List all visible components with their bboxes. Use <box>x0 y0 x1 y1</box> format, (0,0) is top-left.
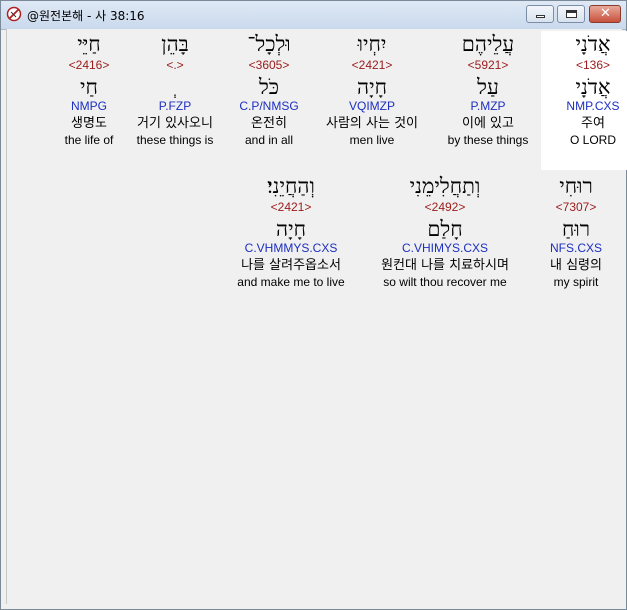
strong-number: <2492> <box>424 200 466 214</box>
korean-gloss: 이에 있고 <box>462 116 514 131</box>
hebrew-word: בָּהֵן <box>161 32 189 56</box>
hebrew-word: וְהַחֲיֵנִי׃ <box>267 174 315 198</box>
word-cell[interactable]: בָּהֵן <.> ְ P.FZP 거기 있사오니 these things … <box>125 31 225 147</box>
english-gloss: by these things <box>447 133 529 147</box>
lemma-word: ְ <box>125 75 225 99</box>
close-button[interactable]: ✕ <box>589 5 621 23</box>
minimize-button[interactable] <box>526 5 554 23</box>
english-gloss: the life of <box>64 133 114 147</box>
english-gloss: and make me to live <box>237 275 345 289</box>
word-cell[interactable]: יִחְיוּ <2421> חָיָה VQIMZP 사람의 사는 것이 me… <box>310 31 434 147</box>
app-icon <box>6 6 22 22</box>
english-gloss: my spirit <box>553 275 599 289</box>
korean-gloss: 생명도 <box>71 116 107 131</box>
morph-code: C.VHMMYS.CXS <box>244 241 338 255</box>
hebrew-word: עֲלֵיהֶם <box>461 32 515 56</box>
close-icon: ✕ <box>600 6 611 21</box>
morph-code: NMP.CXS <box>566 99 620 113</box>
word-cell[interactable]: אֲדֹנָי <136> אֲדֹנָי NMP.CXS 주여 O LORD <box>541 31 627 170</box>
title-bar[interactable]: @원전본해 - 사 38:16 ✕ <box>1 1 626 30</box>
korean-gloss: 사람의 사는 것이 <box>326 116 418 131</box>
word-cell[interactable]: וְהַחֲיֵנִי׃ <2421> חָיָה C.VHMMYS.CXS 나… <box>223 173 359 289</box>
korean-gloss: 거기 있사오니 <box>137 116 213 131</box>
english-gloss: men live <box>349 133 395 147</box>
hebrew-word: חַיֵּי <box>77 32 101 56</box>
lemma-word: אֲדֹנָי <box>575 75 611 99</box>
strong-number: <2421> <box>351 58 393 72</box>
korean-gloss: 주여 <box>581 116 605 131</box>
english-gloss: so wilt thou recover me <box>383 275 507 289</box>
morph-code: VQIMZP <box>348 99 395 113</box>
morph-code: NFS.CXS <box>549 241 602 255</box>
lemma-word: עַל <box>477 75 499 99</box>
morph-code: C.VHIMYS.CXS <box>401 241 488 255</box>
hebrew-word: רוּחִי <box>559 174 593 198</box>
hebrew-word: וּלְכָל־ <box>247 32 291 56</box>
strong-number: <2421> <box>270 200 312 214</box>
lemma-word: חָיָה <box>356 75 387 99</box>
word-cell[interactable]: עֲלֵיהֶם <5921> עַל P.MZP 이에 있고 by these… <box>436 31 540 147</box>
lemma-word: רוּחַ <box>561 217 591 241</box>
word-cell[interactable]: חַיֵּי <2416> חַי NMPG 생명도 the life of <box>41 31 137 147</box>
korean-gloss: 원컨대 나를 치료하시며 <box>381 258 509 273</box>
word-cell[interactable]: וְתַחֲלִימֵנִי <2492> חָלַם C.VHIMYS.CXS… <box>370 173 520 289</box>
hebrew-word: יִחְיוּ <box>357 32 387 56</box>
english-gloss: these things is <box>136 133 214 147</box>
korean-gloss: 내 심령의 <box>550 258 602 273</box>
strong-number: <2416> <box>68 58 110 72</box>
lemma-word: כֹּל <box>258 75 280 99</box>
strong-number: <136> <box>575 58 611 72</box>
morph-code: C.P/NMSG <box>239 99 299 113</box>
window-title: @원전본해 - 사 38:16 <box>27 9 145 23</box>
strong-number: <3605> <box>248 58 290 72</box>
korean-gloss: 온전히 <box>251 116 287 131</box>
maximize-icon <box>566 10 577 18</box>
lemma-word: חַי <box>80 75 98 99</box>
morph-code: P.FZP <box>158 99 192 113</box>
interlinear-view: אֲדֹנָי <136> אֲדֹנָי NMP.CXS 주여 O LORD … <box>6 29 627 604</box>
maximize-button[interactable] <box>557 5 585 23</box>
strong-number: <7307> <box>555 200 597 214</box>
lemma-word: חָיָה <box>275 217 306 241</box>
korean-gloss: 나를 살려주옵소서 <box>241 258 341 273</box>
strong-number: <5921> <box>467 58 509 72</box>
english-gloss: and in all <box>244 133 294 147</box>
minimize-icon <box>536 15 545 18</box>
hebrew-word: אֲדֹנָי <box>575 32 611 56</box>
lemma-word: חָלַם <box>427 217 463 241</box>
english-gloss: O LORD <box>569 133 616 147</box>
word-cell[interactable]: רוּחִי <7307> רוּחַ NFS.CXS 내 심령의 my spi… <box>526 173 626 289</box>
app-window: @원전본해 - 사 38:16 ✕ אֲדֹנָי <136> אֲדֹנָי … <box>0 0 627 610</box>
hebrew-word: וְתַחֲלִימֵנִי <box>409 174 481 198</box>
word-cell[interactable]: וּלְכָל־ <3605> כֹּל C.P/NMSG 온전히 and in… <box>219 31 319 147</box>
morph-code: NMPG <box>71 99 107 113</box>
morph-code: P.MZP <box>470 99 506 113</box>
strong-number: <.> <box>166 58 184 72</box>
